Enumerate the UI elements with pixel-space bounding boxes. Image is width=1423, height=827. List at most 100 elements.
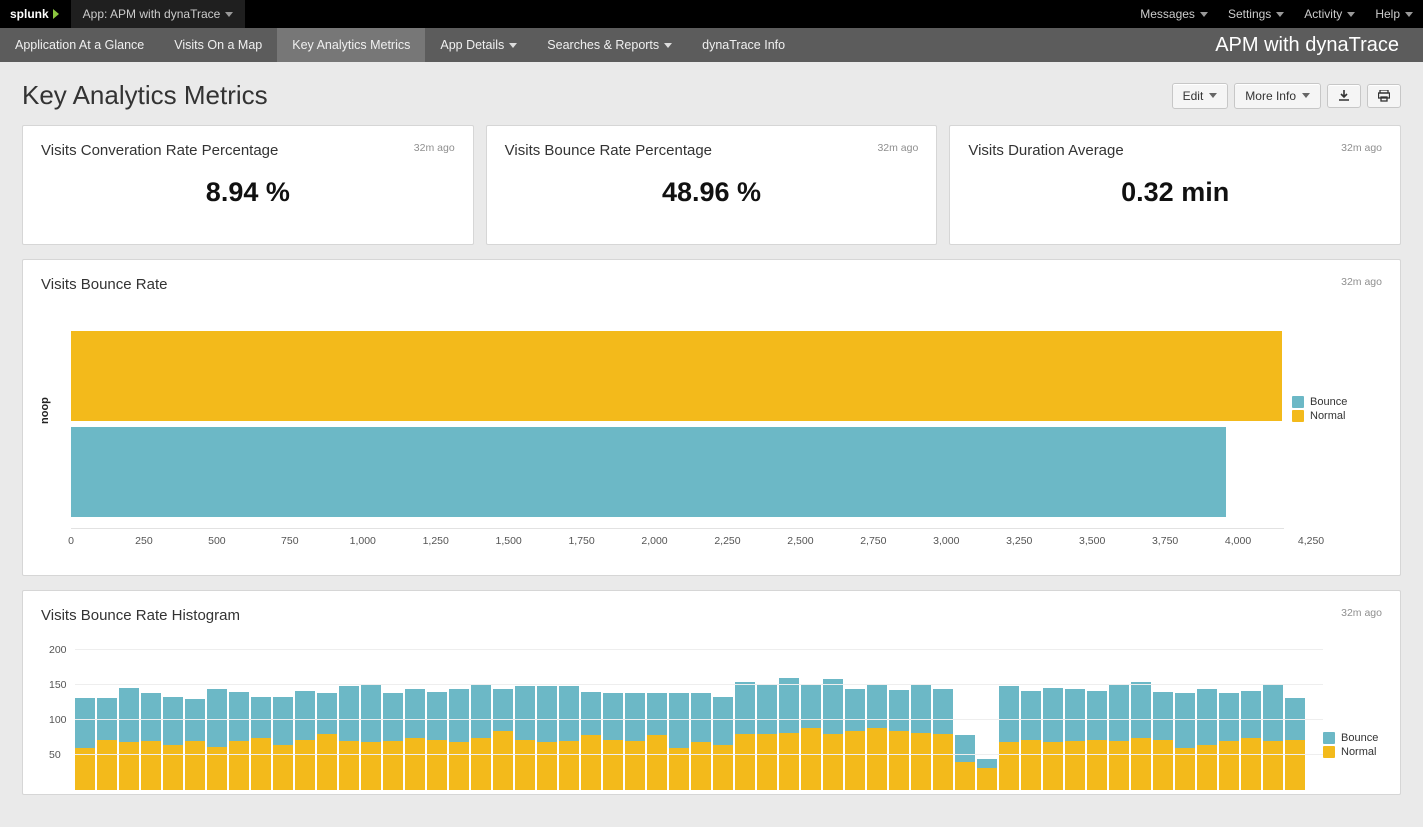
- hist-column[interactable]: [669, 693, 689, 790]
- hist-column[interactable]: [1263, 685, 1283, 790]
- print-button[interactable]: [1367, 84, 1401, 108]
- hist-column[interactable]: [251, 697, 271, 790]
- hist-column[interactable]: [1197, 689, 1217, 791]
- card-timestamp: 32m ago: [877, 142, 918, 154]
- legend-swatch: [1292, 396, 1304, 408]
- hist-column[interactable]: [1043, 688, 1063, 790]
- hist-column[interactable]: [889, 690, 909, 790]
- nav-item[interactable]: dynaTrace Info: [687, 28, 800, 62]
- normal-bar[interactable]: [71, 427, 1226, 517]
- hist-seg-bounce: [449, 689, 469, 742]
- edit-button[interactable]: Edit: [1172, 83, 1229, 109]
- hist-column[interactable]: [867, 685, 887, 790]
- hist-seg-bounce: [779, 678, 799, 733]
- hist-column[interactable]: [229, 692, 249, 790]
- export-button[interactable]: [1327, 84, 1361, 108]
- hist-column[interactable]: [383, 693, 403, 790]
- hist-column[interactable]: [471, 685, 491, 790]
- hist-column[interactable]: [1219, 693, 1239, 790]
- topmenu-help[interactable]: Help: [1365, 0, 1423, 28]
- hist-seg-bounce: [537, 686, 557, 742]
- hist-column[interactable]: [449, 689, 469, 790]
- hist-column[interactable]: [713, 697, 733, 790]
- topmenu-messages[interactable]: Messages: [1130, 0, 1218, 28]
- hist-column[interactable]: [911, 685, 931, 790]
- hist-column[interactable]: [955, 735, 975, 790]
- topmenu-activity[interactable]: Activity: [1294, 0, 1365, 28]
- hist-column[interactable]: [515, 686, 535, 790]
- hist-column[interactable]: [1087, 691, 1107, 790]
- hist-column[interactable]: [603, 693, 623, 790]
- hist-seg-normal: [933, 734, 953, 790]
- nav-item[interactable]: Application At a Glance: [0, 28, 159, 62]
- hist-column[interactable]: [1285, 698, 1305, 790]
- hist-column[interactable]: [427, 692, 447, 790]
- legend-item-bounce[interactable]: Bounce: [1323, 732, 1382, 744]
- hist-column[interactable]: [933, 689, 953, 790]
- hist-column[interactable]: [625, 693, 645, 790]
- hist-column[interactable]: [185, 699, 205, 790]
- hist-column[interactable]: [207, 689, 227, 790]
- hist-seg-normal: [97, 740, 117, 790]
- hist-seg-bounce: [405, 689, 425, 738]
- legend-item-normal[interactable]: Normal: [1292, 410, 1382, 422]
- nav-item[interactable]: Visits On a Map: [159, 28, 277, 62]
- hist-column[interactable]: [559, 686, 579, 790]
- hist-column[interactable]: [823, 679, 843, 790]
- hist-column[interactable]: [801, 685, 821, 790]
- chevron-down-icon: [1209, 93, 1217, 98]
- app-context-menu[interactable]: App: APM with dynaTrace: [71, 0, 246, 28]
- hist-seg-normal: [1241, 738, 1261, 791]
- hist-column[interactable]: [361, 685, 381, 790]
- legend-swatch: [1292, 410, 1304, 422]
- hist-seg-bounce: [273, 697, 293, 745]
- hist-column[interactable]: [735, 682, 755, 791]
- hist-column[interactable]: [97, 698, 117, 790]
- hist-column[interactable]: [999, 686, 1019, 790]
- hist-column[interactable]: [1175, 693, 1195, 790]
- legend-item-normal[interactable]: Normal: [1323, 746, 1382, 758]
- hist-column[interactable]: [581, 692, 601, 790]
- hist-column[interactable]: [691, 693, 711, 790]
- hist-column[interactable]: [273, 697, 293, 790]
- hist-column[interactable]: [1153, 692, 1173, 790]
- hist-column[interactable]: [339, 686, 359, 790]
- bounce-bar[interactable]: [71, 331, 1282, 421]
- x-tick: 3,500: [1079, 535, 1105, 547]
- hist-column[interactable]: [141, 693, 161, 790]
- chart-legend: Bounce Normal: [1292, 311, 1382, 557]
- hist-column[interactable]: [647, 693, 667, 790]
- x-tick: 2,000: [641, 535, 667, 547]
- hist-column[interactable]: [1109, 684, 1129, 790]
- bounce-chart-plot[interactable]: noop 02505007501,0001,2501,5001,7502,000…: [41, 311, 1292, 557]
- hist-column[interactable]: [119, 688, 139, 790]
- legend-item-bounce[interactable]: Bounce: [1292, 396, 1382, 408]
- hist-column[interactable]: [779, 678, 799, 790]
- hist-column[interactable]: [75, 698, 95, 790]
- nav-item[interactable]: Searches & Reports: [532, 28, 687, 62]
- title-row: Key Analytics Metrics Edit More Info: [22, 80, 1401, 111]
- hist-column[interactable]: [317, 693, 337, 790]
- hist-column[interactable]: [757, 684, 777, 790]
- gridline: [75, 684, 1323, 685]
- hist-column[interactable]: [845, 689, 865, 791]
- hist-column[interactable]: [1021, 691, 1041, 790]
- hist-seg-normal: [867, 728, 887, 790]
- splunk-logo[interactable]: splunk: [0, 7, 71, 21]
- topmenu-settings[interactable]: Settings: [1218, 0, 1294, 28]
- hist-column[interactable]: [295, 691, 315, 790]
- histogram-plot[interactable]: 50100150200: [41, 642, 1323, 790]
- more-info-button[interactable]: More Info: [1234, 83, 1321, 109]
- hist-column[interactable]: [493, 689, 513, 791]
- hist-seg-bounce: [1153, 692, 1173, 740]
- hist-column[interactable]: [977, 759, 997, 790]
- nav-item[interactable]: Key Analytics Metrics: [277, 28, 425, 62]
- hist-column[interactable]: [1065, 689, 1085, 790]
- hist-column[interactable]: [163, 697, 183, 790]
- hist-column[interactable]: [537, 686, 557, 790]
- hist-column[interactable]: [1241, 691, 1261, 790]
- nav-item[interactable]: App Details: [425, 28, 532, 62]
- hist-seg-normal: [845, 731, 865, 791]
- hist-column[interactable]: [405, 689, 425, 791]
- hist-column[interactable]: [1131, 682, 1151, 791]
